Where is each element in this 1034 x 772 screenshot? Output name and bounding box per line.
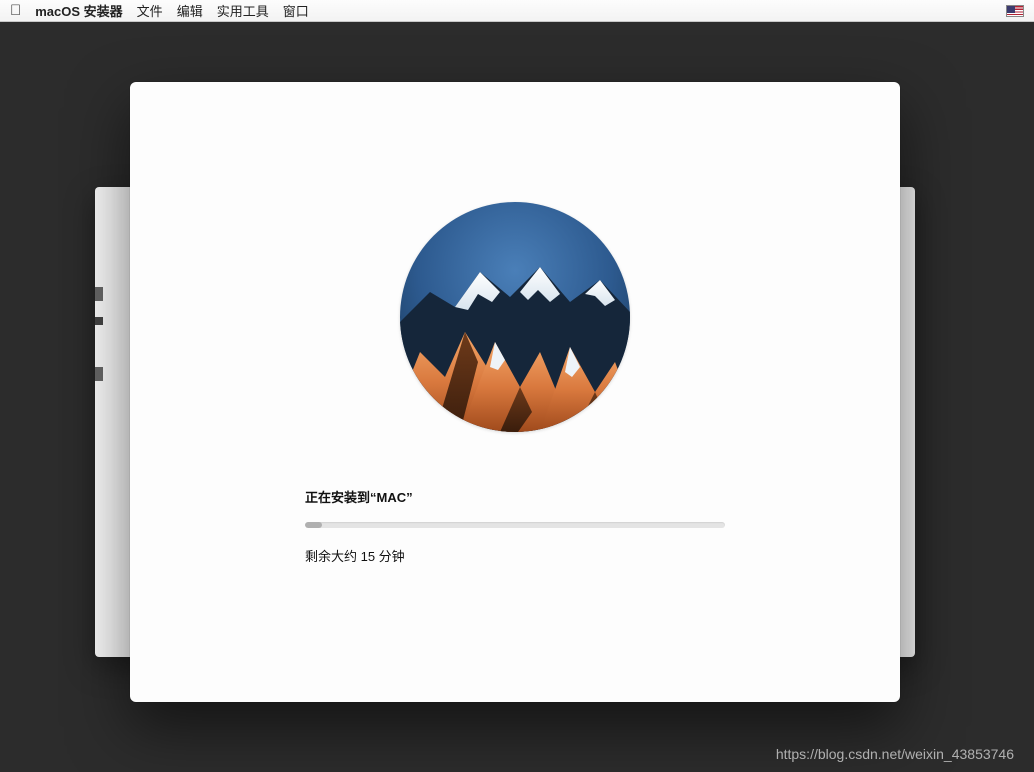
background-window-marker (95, 317, 103, 325)
install-status-text: 正在安装到“MAC” (305, 487, 725, 506)
desktop-background: 正在安装到“MAC” 剩余大约 15 分钟 https://blog.csdn.… (0, 22, 1034, 772)
menubar:  macOS 安装器 文件 编辑 实用工具 窗口 (0, 0, 1034, 22)
background-window-marker (95, 287, 103, 301)
menu-file[interactable]: 文件 (137, 1, 163, 20)
background-window-marker (95, 367, 103, 381)
apple-menu-icon[interactable]:  (10, 3, 21, 18)
install-status-block: 正在安装到“MAC” 剩余大约 15 分钟 (305, 487, 725, 565)
sierra-mountain-icon (400, 202, 630, 432)
menu-utilities[interactable]: 实用工具 (217, 1, 269, 20)
install-progress-fill (305, 522, 322, 528)
input-source-flag-icon[interactable] (1006, 5, 1024, 17)
watermark-text: https://blog.csdn.net/weixin_43853746 (776, 746, 1014, 762)
menu-edit[interactable]: 编辑 (177, 1, 203, 20)
install-time-remaining: 剩余大约 15 分钟 (305, 546, 725, 565)
app-name[interactable]: macOS 安装器 (35, 1, 122, 20)
install-progress-bar (305, 522, 725, 528)
installer-window: 正在安装到“MAC” 剩余大约 15 分钟 (130, 82, 900, 702)
menu-window[interactable]: 窗口 (283, 1, 309, 20)
os-hero-image (400, 202, 630, 432)
